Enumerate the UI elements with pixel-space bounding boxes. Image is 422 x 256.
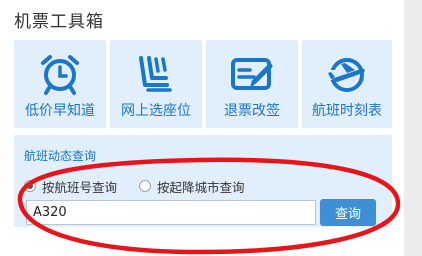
radio-button[interactable] (24, 180, 36, 192)
alarm-clock-icon (41, 55, 79, 95)
widget-title: 机票工具箱 (14, 12, 104, 32)
airplane-takeoff-icon (328, 58, 365, 92)
radio-label: 按起降城市查询 (157, 179, 245, 195)
ticket-edit-icon (231, 58, 273, 90)
radio-by-flight-number[interactable]: 按航班号查询 (24, 177, 117, 196)
tool-label: 退票改签 (224, 103, 280, 119)
page-edge-stripe (404, 0, 422, 256)
panel-title: 航班动态查询 (24, 149, 97, 163)
tool-label: 航班时刻表 (312, 103, 382, 119)
flight-search-input[interactable] (26, 200, 316, 225)
radio-label: 按航班号查询 (42, 179, 118, 195)
tool-label: 低价早知道 (25, 103, 95, 119)
tool-refund-change[interactable]: 退票改签 (206, 40, 298, 128)
search-mode-radio-group: 按航班号查询 按起降城市查询 (24, 177, 267, 195)
seat-icon (139, 56, 172, 92)
tool-label: 网上选座位 (121, 103, 191, 119)
tool-flight-schedule[interactable]: 航班时刻表 (302, 40, 392, 128)
flight-tools-widget: 机票工具箱 低价早知道 网上选座位 退票改签 航班时刻表 航班动态查询 按航班号… (0, 0, 422, 256)
query-button[interactable]: 查询 (320, 199, 376, 226)
radio-by-city[interactable]: 按起降城市查询 (139, 177, 245, 196)
tool-low-price-alert[interactable]: 低价早知道 (14, 40, 106, 128)
radio-button[interactable] (139, 180, 152, 192)
tool-online-seat-selection[interactable]: 网上选座位 (110, 40, 202, 128)
